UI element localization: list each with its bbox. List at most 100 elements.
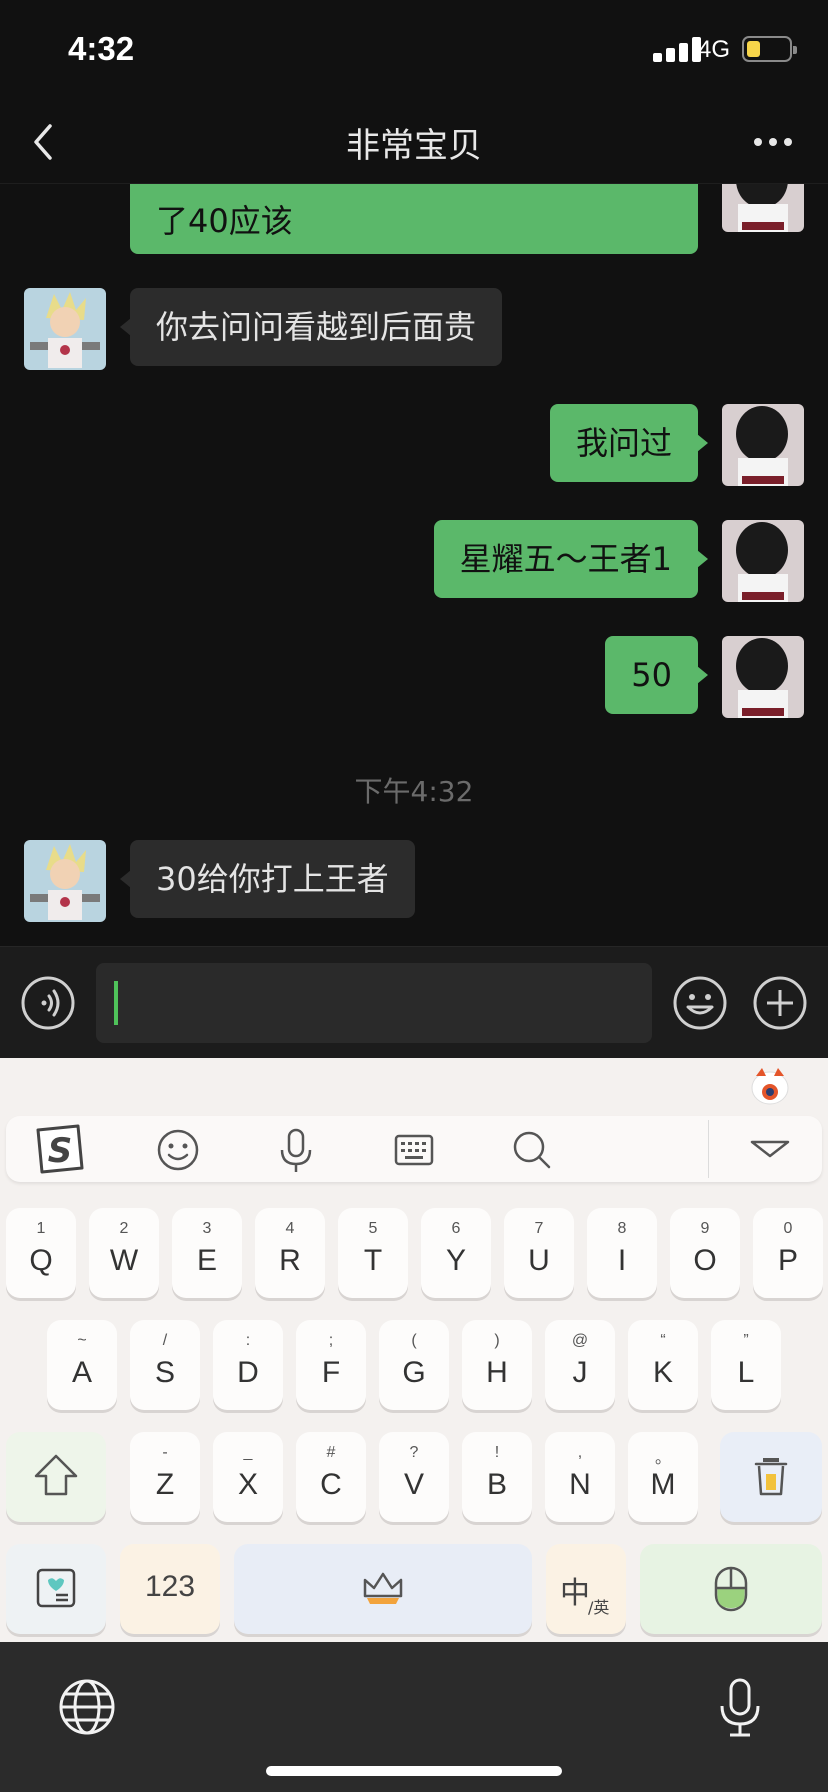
emoji-button[interactable] <box>672 975 728 1031</box>
clipboard-key[interactable] <box>6 1544 106 1634</box>
key-secondary: ! <box>494 1444 500 1461</box>
contact-avatar[interactable] <box>24 840 106 922</box>
key-letter: R <box>279 1244 301 1277</box>
mascot-icon[interactable] <box>748 1064 792 1108</box>
my-avatar[interactable] <box>722 520 804 602</box>
key-u[interactable]: 7U <box>504 1208 574 1298</box>
key-letter: L <box>737 1356 755 1389</box>
key-z[interactable]: -Z <box>130 1432 200 1522</box>
key-letter: S <box>154 1356 175 1389</box>
collapse-keyboard-icon[interactable] <box>744 1124 796 1176</box>
message-bubble-sent[interactable]: 我问过 <box>549 404 709 482</box>
key-secondary: 。 <box>654 1450 671 1467</box>
key-a[interactable]: ~ A <box>47 1320 117 1410</box>
status-time: 4:32 <box>68 30 135 67</box>
numbers-key-label: 123 <box>144 1570 196 1603</box>
key-r[interactable]: 4R <box>255 1208 325 1298</box>
shift-key[interactable] <box>6 1432 106 1522</box>
more-options-button[interactable] <box>748 124 798 160</box>
key-letter: W <box>109 1244 139 1277</box>
message-bubble-received[interactable]: 你去问问看越到后面贵 <box>119 288 503 366</box>
key-i[interactable]: 8I <box>587 1208 657 1298</box>
language-sub-label: /英 <box>588 1598 610 1617</box>
key-secondary: 8 <box>617 1220 627 1237</box>
key-g[interactable]: (G <box>379 1320 449 1410</box>
message-text: 我问过 <box>575 424 672 462</box>
key-letter: F <box>321 1356 341 1389</box>
my-avatar[interactable] <box>722 404 804 486</box>
home-indicator[interactable] <box>266 1766 562 1776</box>
message-text: 星耀五～王者1 <box>459 540 672 578</box>
enter-key[interactable] <box>640 1544 822 1634</box>
key-letter: U <box>528 1244 550 1277</box>
key-t[interactable]: 5T <box>338 1208 408 1298</box>
message-bubble-sent[interactable]: 了40应该 <box>130 184 698 254</box>
key-secondary: _ <box>243 1444 253 1461</box>
numbers-key[interactable]: 123 <box>120 1544 220 1634</box>
key-letter: T <box>363 1244 383 1277</box>
key-v[interactable]: ? V <box>379 1432 449 1522</box>
key-letter: M <box>650 1468 676 1501</box>
message-list[interactable]: 了40应该 你去问问看越到后面贵 我问过 星耀五～王者1 50 下午4:32 3… <box>0 184 828 946</box>
key-p[interactable]: 0P <box>753 1208 823 1298</box>
message-bubble-sent[interactable]: 50 <box>605 636 708 714</box>
voice-input-button[interactable] <box>20 975 76 1031</box>
key-letter: X <box>237 1468 258 1501</box>
key-letter: B <box>486 1468 507 1501</box>
key-b[interactable]: ! B <box>462 1432 532 1522</box>
message-bubble-received[interactable]: 30给你打上王者 <box>120 840 415 918</box>
more-functions-button[interactable] <box>752 975 808 1031</box>
svg-text:S: S <box>48 1131 73 1171</box>
message-input[interactable] <box>96 963 652 1043</box>
key-o[interactable]: 9O <box>670 1208 740 1298</box>
space-key[interactable] <box>234 1544 532 1634</box>
key-s[interactable]: / S <box>130 1320 200 1410</box>
search-icon[interactable] <box>506 1124 558 1176</box>
key-d[interactable]: :D <box>213 1320 283 1410</box>
clipboard-icon <box>36 1568 76 1608</box>
keyboard-icon[interactable] <box>388 1124 440 1176</box>
microphone-icon[interactable] <box>270 1124 322 1176</box>
contact-avatar[interactable] <box>24 288 106 370</box>
delete-key[interactable] <box>720 1432 822 1522</box>
key-secondary: ” <box>743 1332 749 1349</box>
key-x[interactable]: _ X <box>213 1432 283 1522</box>
dictation-mic-icon[interactable] <box>716 1676 764 1740</box>
message-text: 了40应该 <box>156 202 293 240</box>
key-c[interactable]: # C <box>296 1432 366 1522</box>
key-letter: I <box>617 1244 627 1277</box>
message-bubble-sent[interactable]: 星耀五～王者1 <box>433 520 709 598</box>
plus-icon <box>753 976 807 1030</box>
key-f[interactable]: ; F <box>296 1320 366 1410</box>
message-text: 30给你打上王者 <box>156 860 389 898</box>
key-n[interactable]: ,N <box>545 1432 615 1522</box>
key-letter: E <box>196 1244 217 1277</box>
my-avatar[interactable] <box>722 184 804 232</box>
key-e[interactable]: 3E <box>172 1208 242 1298</box>
crown-icon <box>363 1572 403 1604</box>
language-main-label: 中 <box>560 1576 590 1611</box>
key-m[interactable]: 。 M <box>628 1432 698 1522</box>
language-switch-key[interactable]: 中 /英 <box>546 1544 626 1634</box>
text-cursor <box>114 981 118 1025</box>
key-secondary: - <box>162 1444 168 1461</box>
toolbar-divider <box>708 1120 709 1178</box>
system-keyboard-bar <box>0 1642 828 1792</box>
key-l[interactable]: ” L <box>711 1320 781 1410</box>
key-secondary: 1 <box>36 1220 46 1237</box>
emoji-icon[interactable] <box>152 1124 204 1176</box>
key-letter: Z <box>155 1468 175 1501</box>
key-y[interactable]: 6Y <box>421 1208 491 1298</box>
key-w[interactable]: 2W <box>89 1208 159 1298</box>
sogou-keyboard: S 1 Q 2 W 3 E 4 R 5 T 6 Y 7 U 8 I 9 O 0 … <box>0 1058 828 1642</box>
sogou-logo-icon[interactable]: S <box>32 1124 86 1176</box>
key-secondary: 4 <box>285 1220 295 1237</box>
key-k[interactable]: “K <box>628 1320 698 1410</box>
globe-icon[interactable] <box>58 1678 116 1736</box>
key-letter: H <box>486 1356 508 1389</box>
key-j[interactable]: @ J <box>545 1320 615 1410</box>
key-h[interactable]: ) H <box>462 1320 532 1410</box>
key-secondary: # <box>326 1444 336 1461</box>
my-avatar[interactable] <box>722 636 804 718</box>
key-q[interactable]: 1Q <box>6 1208 76 1298</box>
